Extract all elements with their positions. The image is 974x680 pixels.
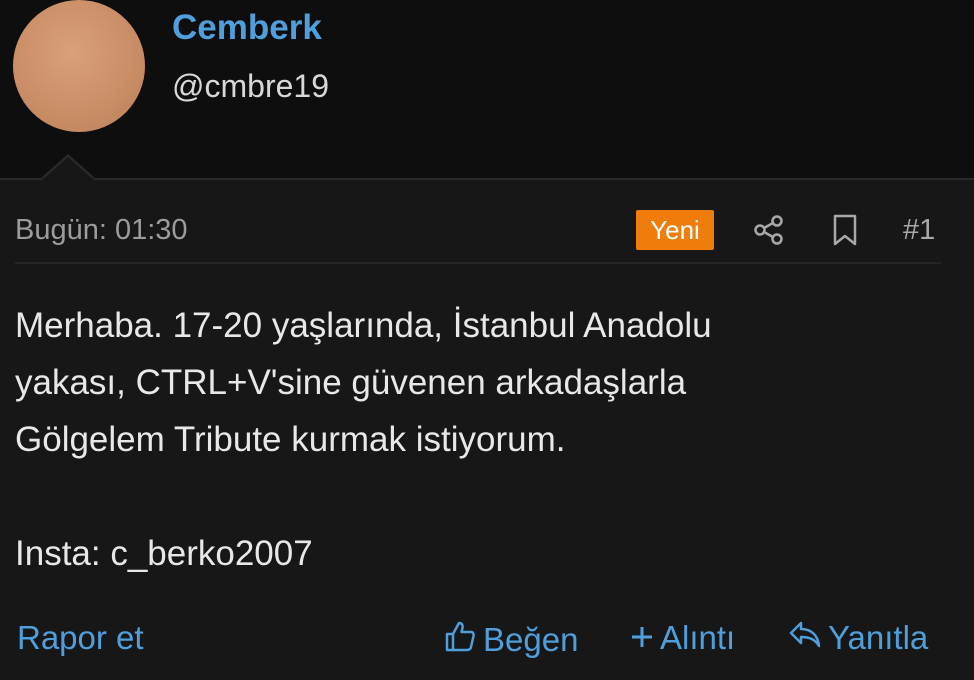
- reply-icon: [788, 619, 828, 657]
- post-pointer-fill: [42, 157, 94, 180]
- user-handle: @cmbre19: [172, 68, 329, 104]
- quote-label: Alıntı: [660, 619, 736, 656]
- report-label: Rapor et: [17, 619, 144, 656]
- reply-button[interactable]: Yanıtla: [788, 619, 928, 657]
- post-number[interactable]: #1: [903, 214, 935, 247]
- post-body: Merhaba. 17-20 yaşlarında, İstanbul Anad…: [15, 297, 945, 582]
- post-line: Gölgelem Tribute kurmak istiyorum.: [15, 420, 566, 459]
- thumbs-up-icon: [443, 619, 483, 661]
- reply-label: Yanıtla: [828, 619, 929, 656]
- plus-icon: [630, 619, 660, 657]
- profile-header: Cemberk @cmbre19: [0, 0, 974, 178]
- divider: [15, 262, 941, 264]
- report-button[interactable]: Rapor et: [17, 619, 144, 657]
- post-insta: Insta: c_berko2007: [15, 534, 313, 573]
- post-line: Merhaba. 17-20 yaşlarında, İstanbul Anad…: [15, 306, 712, 345]
- bookmark-icon[interactable]: [830, 213, 860, 247]
- quote-button[interactable]: Alıntı: [630, 619, 735, 657]
- username[interactable]: Cemberk: [172, 8, 322, 48]
- new-badge: Yeni: [636, 210, 714, 250]
- share-icon[interactable]: [752, 213, 786, 247]
- post-date[interactable]: Bugün: 01:30: [15, 214, 188, 247]
- like-button[interactable]: Beğen: [443, 619, 578, 661]
- like-label: Beğen: [483, 621, 579, 658]
- avatar[interactable]: [13, 0, 145, 132]
- post-line: yakası, CTRL+V'sine güvenen arkadaşlarla: [15, 363, 687, 402]
